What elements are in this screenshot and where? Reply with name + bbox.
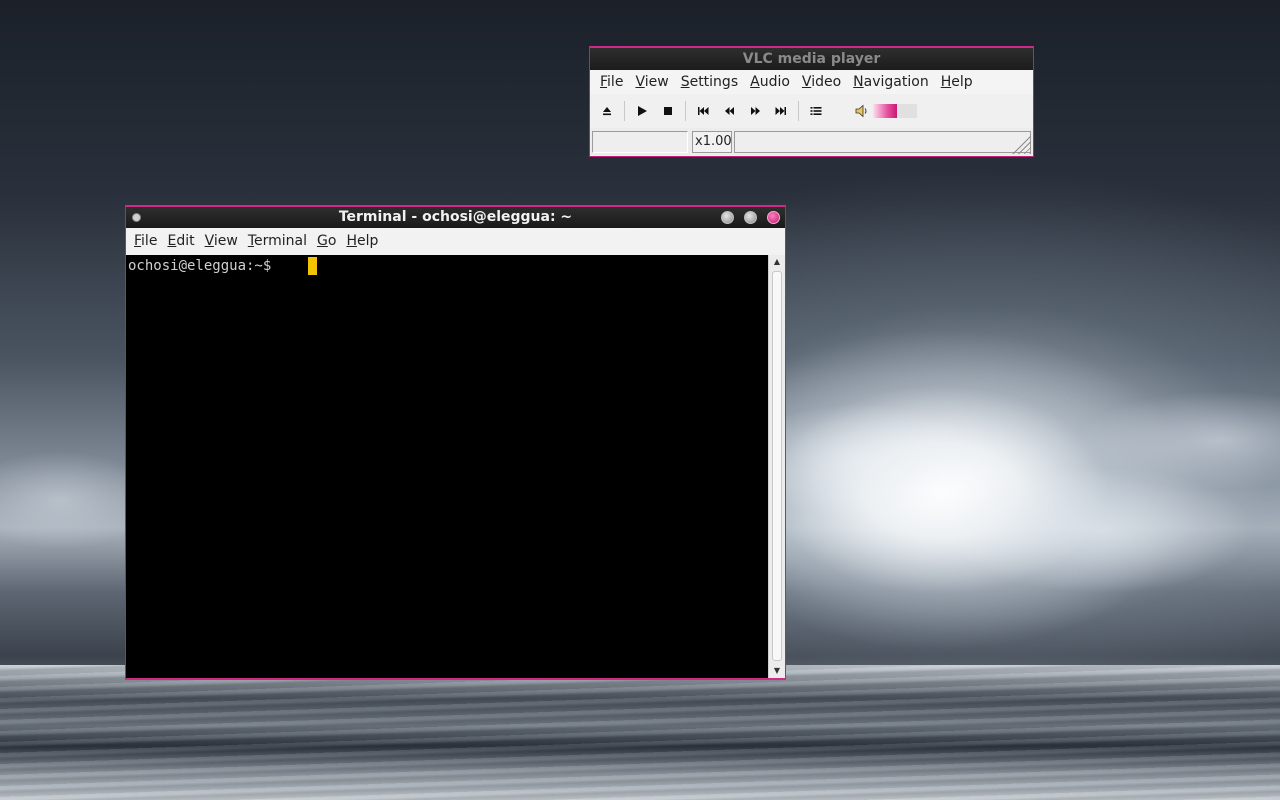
play-icon[interactable] [631,100,653,122]
seek-slider[interactable] [734,130,1031,153]
scroll-down-icon[interactable]: ▼ [769,664,785,678]
vlc-menu-video[interactable]: Video [796,70,847,94]
vlc-statusbar: x1.00 [590,128,1033,155]
toolbar-separator [624,101,625,121]
vlc-menu-help[interactable]: Help [935,70,979,94]
volume-slider[interactable] [873,104,917,118]
close-icon[interactable] [767,211,780,224]
maximize-icon[interactable] [744,211,757,224]
terminal-menu-edit[interactable]: Edit [162,228,199,255]
terminal-menubar: File Edit View Terminal Go Help [126,228,785,255]
terminal-window: Terminal - ochosi@eleggua: ~ File Edit V… [125,205,786,680]
scrollbar-thumb[interactable] [772,271,782,661]
volume-icon[interactable] [853,102,871,120]
vlc-menu-file[interactable]: File [594,70,629,94]
skip-previous-icon[interactable] [692,100,714,122]
terminal-title: Terminal - ochosi@eleggua: ~ [338,209,573,225]
toolbar-separator [798,101,799,121]
playlist-icon[interactable] [805,100,827,122]
vlc-window: VLC media player File View Settings Audi… [589,46,1034,157]
terminal-titlebar[interactable]: Terminal - ochosi@eleggua: ~ [126,207,785,228]
vlc-menu-settings[interactable]: Settings [675,70,744,94]
terminal-menu-view[interactable]: View [200,228,243,255]
toolbar-separator [685,101,686,121]
terminal-menu-help[interactable]: Help [341,228,383,255]
stop-icon[interactable] [657,100,679,122]
terminal-menu-file[interactable]: File [129,228,162,255]
rewind-icon[interactable] [718,100,740,122]
vlc-menu-navigation[interactable]: Navigation [847,70,935,94]
vlc-menu-view[interactable]: View [629,70,674,94]
scroll-up-icon[interactable]: ▲ [769,255,785,269]
terminal-menu-terminal[interactable]: Terminal [243,228,312,255]
window-menu-icon[interactable] [132,213,141,222]
terminal-prompt: ochosi@eleggua:~$ [128,258,280,274]
terminal-scrollbar[interactable]: ▲ ▼ [768,255,785,678]
vlc-menubar: File View Settings Audio Video Navigatio… [590,70,1033,94]
minimize-icon[interactable] [721,211,734,224]
fast-forward-icon[interactable] [744,100,766,122]
eject-icon[interactable] [596,100,618,122]
playback-speed[interactable]: x1.00 [692,130,732,153]
terminal-output[interactable]: ochosi@eleggua:~$ [126,255,768,678]
text-cursor [308,257,317,275]
vlc-toolbar [590,94,1033,128]
vlc-menu-audio[interactable]: Audio [744,70,796,94]
wallpaper-sea [0,665,1280,800]
volume-level-fill [873,104,898,118]
skip-next-icon[interactable] [770,100,792,122]
vlc-titlebar[interactable]: VLC media player [590,48,1033,70]
terminal-menu-go[interactable]: Go [312,228,341,255]
time-display [592,130,688,153]
